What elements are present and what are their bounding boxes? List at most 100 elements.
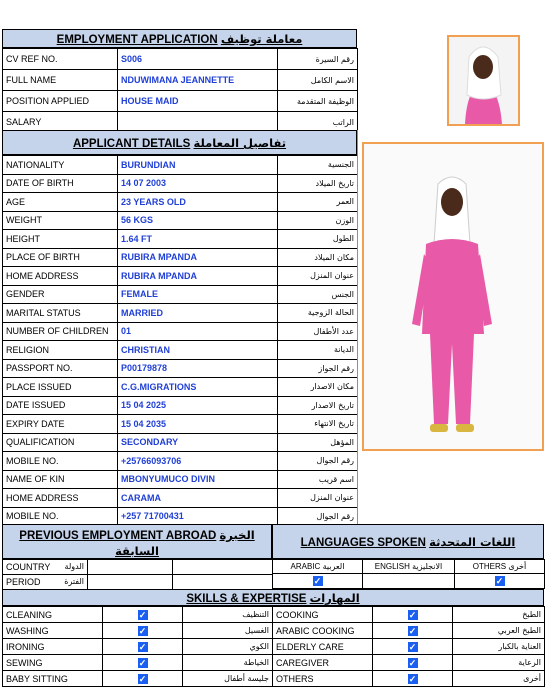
- field-label: NUMBER OF CHILDREN: [2, 321, 118, 341]
- field-value: BURUNDIAN: [117, 155, 278, 175]
- field-value: C.G.MIGRATIONS: [117, 377, 278, 397]
- field-label: HEIGHT: [2, 229, 118, 249]
- detail-row: NATIONALITY BURUNDIAN الجنسية: [2, 155, 358, 175]
- languages-header: LANGUAGES SPOKEN اللغات المتحدثة: [272, 524, 544, 559]
- checkbox-checked-icon[interactable]: ✓: [137, 673, 148, 684]
- field-label-ar: مكان الميلاد: [277, 247, 358, 267]
- field-label: HOME ADDRESS: [2, 488, 118, 508]
- field-value: 56 KGS: [117, 210, 278, 230]
- detail-row: HOME ADDRESS RUBIRA MPANDA عنوان المنزل: [2, 266, 358, 286]
- checkbox-checked-icon[interactable]: ✓: [137, 657, 148, 668]
- field-label: MOBILE NO.: [2, 451, 118, 471]
- skill-label: CLEANING: [2, 606, 103, 623]
- skill-checkbox[interactable]: ✓: [372, 606, 453, 623]
- field-value: +25766093706: [117, 451, 278, 471]
- prev-value-cell[interactable]: [172, 559, 273, 575]
- checkbox-checked-icon[interactable]: ✓: [407, 657, 418, 668]
- checkbox-checked-icon[interactable]: ✓: [494, 576, 505, 586]
- field-label-ar: رقم الجواز: [277, 358, 358, 378]
- prev-value-cell[interactable]: [87, 574, 173, 590]
- skill-checkbox[interactable]: ✓: [102, 622, 183, 639]
- checkbox-checked-icon[interactable]: ✓: [407, 641, 418, 652]
- field-label-ar: رقم الجوال: [277, 506, 358, 526]
- field-label-ar: الاسم الكامل: [277, 69, 358, 91]
- languages-en: LANGUAGES SPOKEN: [300, 537, 426, 549]
- prev-value-cell[interactable]: [87, 559, 173, 575]
- skill-label-ar: الخياطة: [182, 654, 273, 671]
- detail-row: NUMBER OF CHILDREN 01 عدد الأطفال: [2, 321, 358, 341]
- skill-label: ARABIC COOKING: [272, 622, 373, 639]
- language-label-cell: ENGLISH الانجليزية: [362, 559, 455, 574]
- prev-label: COUNTRY: [6, 562, 51, 572]
- detail-row: AGE 23 YEARS OLD العمر: [2, 192, 358, 212]
- detail-row: EXPIRY DATE 15 04 2035 تاريخ الانتهاء: [2, 414, 358, 434]
- field-label: FULL NAME: [2, 69, 118, 91]
- skill-checkbox[interactable]: ✓: [372, 654, 453, 671]
- language-checkbox[interactable]: [362, 573, 455, 589]
- divider-line: [357, 130, 358, 525]
- info-row: CV REF NO. S006 رقم السيرة: [2, 48, 358, 70]
- language-en: OTHERS: [472, 562, 507, 571]
- field-value: 1.64 FT: [117, 229, 278, 249]
- field-label-ar: عدد الأطفال: [277, 321, 358, 341]
- field-value: 14 07 2003: [117, 173, 278, 193]
- skills-ar: المهارات: [309, 591, 360, 605]
- prev-value-cell[interactable]: [172, 574, 273, 590]
- checkbox-checked-icon[interactable]: ✓: [137, 609, 148, 620]
- field-label-ar: تاريخ الاصدار: [277, 395, 358, 415]
- checkbox-checked-icon[interactable]: ✓: [137, 641, 148, 652]
- field-value: MARRIED: [117, 303, 278, 323]
- language-checkbox[interactable]: ✓: [272, 573, 363, 589]
- field-label-ar: مكان الاصدار: [277, 377, 358, 397]
- field-label: NATIONALITY: [2, 155, 118, 175]
- skill-checkbox[interactable]: ✓: [372, 638, 453, 655]
- prev-label-ar: الفترة: [64, 577, 84, 586]
- checkbox-checked-icon[interactable]: ✓: [312, 576, 323, 586]
- field-value: NDUWIMANA JEANNETTE: [117, 69, 278, 91]
- prev-employment-header: PREVIOUS EMPLOYMENT ABROAD الخبرة السابق…: [2, 524, 272, 559]
- skill-label: OTHERS: [272, 670, 373, 687]
- application-title: EMPLOYMENT APPLICATION معاملة توظيف: [2, 29, 357, 48]
- skill-row: SEWING ✓ الخياطة CAREGIVER ✓ الرعاية: [2, 654, 545, 671]
- checkbox-checked-icon[interactable]: ✓: [407, 609, 418, 620]
- field-label-ar: العمر: [277, 192, 358, 212]
- applicant-details-table: NATIONALITY BURUNDIAN الجنسية DATE OF BIRTH…: [2, 155, 358, 526]
- skill-label: COOKING: [272, 606, 373, 623]
- skill-checkbox[interactable]: ✓: [102, 606, 183, 623]
- language-ar: أخرى: [508, 562, 527, 571]
- skill-checkbox[interactable]: ✓: [102, 638, 183, 655]
- prev-label-ar: الدولة: [64, 562, 84, 571]
- checkbox-checked-icon[interactable]: ✓: [407, 673, 418, 684]
- applicant-details-header: APPLICANT DETAILS تفاصيل المعاملة: [2, 130, 357, 155]
- field-label-ar: عنوان المنزل: [277, 266, 358, 286]
- field-label: RELIGION: [2, 340, 118, 360]
- skill-label-ar: الطبخ: [452, 606, 545, 623]
- field-label-ar: المؤهل: [277, 432, 358, 452]
- detail-row: QUALIFICATION SECONDARY المؤهل: [2, 432, 358, 452]
- applicant-header-ar: تفاصيل المعاملة: [193, 136, 287, 150]
- field-label: MARITAL STATUS: [2, 303, 118, 323]
- checkbox-checked-icon[interactable]: ✓: [137, 625, 148, 636]
- prev-row: PERIOD الفترة: [2, 574, 273, 590]
- language-checkbox[interactable]: ✓: [454, 573, 545, 589]
- skill-checkbox[interactable]: ✓: [102, 654, 183, 671]
- skill-checkbox[interactable]: ✓: [102, 670, 183, 687]
- field-label-ar: عنوان المنزل: [277, 488, 358, 508]
- field-value: 15 04 2035: [117, 414, 278, 434]
- applicant-header-en: APPLICANT DETAILS: [72, 138, 191, 150]
- field-label: AGE: [2, 192, 118, 212]
- skill-label: ELDERLY CARE: [272, 638, 373, 655]
- checkbox-checked-icon[interactable]: ✓: [407, 625, 418, 636]
- skill-label: IRONING: [2, 638, 103, 655]
- field-value: RUBIRA MPANDA: [117, 266, 278, 286]
- skill-checkbox[interactable]: ✓: [372, 670, 453, 687]
- skills-header: SKILLS & EXPERTISE المهارات: [2, 589, 544, 606]
- detail-row: DATE ISSUED 15 04 2025 تاريخ الاصدار: [2, 395, 358, 415]
- skill-label: CAREGIVER: [272, 654, 373, 671]
- field-value: CHRISTIAN: [117, 340, 278, 360]
- skill-label-ar: العناية بالكبار: [452, 638, 545, 655]
- field-label-ar: اسم قريب: [277, 469, 358, 489]
- skill-label-ar: جليسة أطفال: [182, 670, 273, 687]
- detail-row: HOME ADDRESS CARAMA عنوان المنزل: [2, 488, 358, 508]
- skill-checkbox[interactable]: ✓: [372, 622, 453, 639]
